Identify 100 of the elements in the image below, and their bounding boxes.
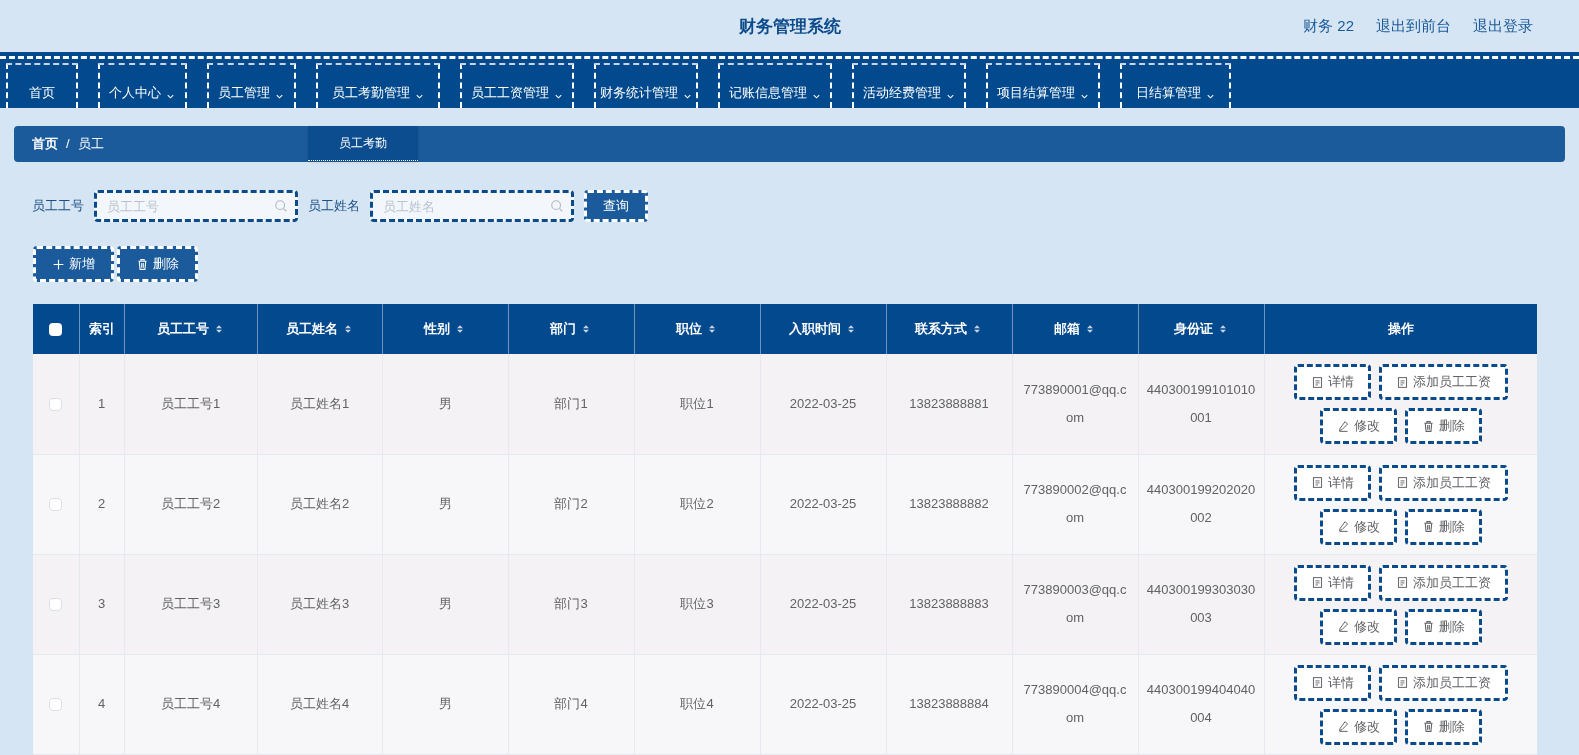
nav-tab[interactable]: 活动经费管理 <box>852 63 966 108</box>
column-header[interactable]: 性别 <box>382 319 508 339</box>
trash-icon <box>1421 720 1435 733</box>
column-header[interactable]: 员工姓名 <box>257 319 382 339</box>
table-cell: 2022-03-25 <box>789 496 857 511</box>
document-icon <box>1310 476 1324 489</box>
edit-button[interactable]: 修改 <box>1319 608 1397 645</box>
column-header[interactable]: 联系方式 <box>886 319 1012 339</box>
table-cell: 员工工号2 <box>160 496 221 511</box>
column-header: 操作 <box>1386 320 1415 339</box>
row-checkbox[interactable] <box>49 698 63 712</box>
table-cell: 员工姓名3 <box>289 596 350 611</box>
table-cell: 员工姓名2 <box>289 496 350 511</box>
column-header[interactable]: 邮箱 <box>1012 319 1138 339</box>
breadcrumb-link[interactable]: 员工 <box>77 134 104 154</box>
add-button[interactable]: 新增 <box>33 246 114 282</box>
table-cell: 部门4 <box>554 696 588 711</box>
pencil-icon <box>1336 419 1350 433</box>
search-icon <box>274 199 288 213</box>
detail-button[interactable]: 详情 <box>1293 364 1371 400</box>
table-cell: 职位1 <box>680 395 714 411</box>
user-name: 财务 22 <box>1303 15 1354 36</box>
column-header[interactable]: 部门 <box>508 319 634 339</box>
search-icon <box>550 199 564 213</box>
table-cell: 部门3 <box>554 596 588 611</box>
row-checkbox[interactable] <box>49 398 63 411</box>
breadcrumb-link[interactable]: 首页 <box>32 134 58 154</box>
table-cell: 440300199202020002 <box>1146 482 1256 525</box>
plus-icon <box>52 257 65 271</box>
nav-tab[interactable]: 个人中心 <box>98 63 187 108</box>
delete-button[interactable]: 删除 <box>1404 408 1482 444</box>
table-cell: 2022-03-25 <box>789 395 857 411</box>
nav-tab[interactable]: 项目结算管理 <box>986 63 1100 108</box>
detail-button[interactable]: 详情 <box>1293 464 1371 501</box>
table-cell: 440300199404040004 <box>1146 682 1256 725</box>
document-icon <box>1310 576 1324 589</box>
detail-button[interactable]: 详情 <box>1293 664 1371 701</box>
detail-button[interactable]: 详情 <box>1293 564 1371 601</box>
pencil-icon <box>1336 720 1350 733</box>
document-icon <box>1395 375 1409 389</box>
table-cell: 职位2 <box>680 496 714 511</box>
delete-button[interactable]: 删除 <box>117 246 198 282</box>
query-button[interactable]: 查询 <box>584 190 648 222</box>
table-cell: 773890002@qq.com <box>1023 482 1127 525</box>
trash-icon <box>136 257 149 271</box>
column-header[interactable]: 职位 <box>634 319 760 339</box>
table-cell: 2022-03-25 <box>789 596 857 611</box>
table-cell: 440300199303030003 <box>1146 582 1256 625</box>
edit-button[interactable]: 修改 <box>1319 708 1397 745</box>
nav-tab[interactable]: 日结算管理 <box>1120 63 1231 108</box>
field-label: 员工工号 <box>32 197 84 216</box>
nav-tab[interactable]: 员工管理 <box>207 63 296 108</box>
header-link[interactable]: 退出到前台 <box>1376 14 1451 38</box>
app-title: 财务管理系统 <box>738 16 841 38</box>
column-header[interactable]: 身份证 <box>1138 319 1264 339</box>
delete-button[interactable]: 删除 <box>1404 708 1482 745</box>
table-cell: 440300199101010001 <box>1146 381 1256 425</box>
table-cell: 1 <box>97 395 106 411</box>
detail-button[interactable]: 添加员工工资 <box>1378 464 1508 501</box>
edit-button[interactable]: 修改 <box>1319 408 1397 444</box>
select-all-checkbox[interactable] <box>49 323 63 337</box>
table-cell: 员工工号4 <box>160 696 221 711</box>
row-checkbox[interactable] <box>49 598 63 612</box>
table-cell: 男 <box>438 496 452 511</box>
table-cell: 13823888884 <box>909 696 989 711</box>
column-header[interactable]: 入职时间 <box>760 319 886 339</box>
column-header[interactable]: 员工工号 <box>124 319 257 339</box>
pencil-icon <box>1336 620 1350 633</box>
document-icon <box>1395 676 1409 689</box>
document-icon <box>1395 476 1409 489</box>
detail-button[interactable]: 添加员工工资 <box>1378 364 1508 400</box>
table-cell: 员工工号1 <box>160 395 221 411</box>
edit-button[interactable]: 修改 <box>1319 508 1397 545</box>
table-cell: 13823888881 <box>909 395 989 411</box>
document-icon <box>1310 375 1324 389</box>
nav-tab[interactable]: 员工考勤管理 <box>316 63 440 108</box>
breadcrumb-separator: / <box>66 135 70 154</box>
trash-icon <box>1421 620 1435 633</box>
table-cell: 13823888882 <box>909 496 989 511</box>
header-link[interactable]: 退出登录 <box>1473 14 1533 38</box>
delete-button[interactable]: 删除 <box>1404 508 1482 545</box>
document-icon <box>1310 676 1324 689</box>
table-cell: 部门2 <box>554 496 588 511</box>
column-header: 索引 <box>87 320 116 339</box>
row-checkbox[interactable] <box>49 498 63 512</box>
nav-tab[interactable]: 首页 <box>6 63 78 108</box>
detail-button[interactable]: 添加员工工资 <box>1378 564 1508 601</box>
nav-tab[interactable]: 记账信息管理 <box>718 63 832 108</box>
pencil-icon <box>1336 520 1350 533</box>
table-cell: 3 <box>97 596 106 611</box>
table-cell: 4 <box>97 696 106 711</box>
nav-tab[interactable]: 财务统计管理 <box>594 63 698 108</box>
table-cell: 773890004@qq.com <box>1023 682 1127 725</box>
table-cell: 职位4 <box>680 696 714 711</box>
dropdown-item[interactable]: 员工考勤 <box>308 126 418 161</box>
detail-button[interactable]: 添加员工工资 <box>1378 664 1508 701</box>
nav-tab[interactable]: 员工工资管理 <box>460 63 574 108</box>
table-cell: 773890003@qq.com <box>1023 582 1127 625</box>
delete-button[interactable]: 删除 <box>1404 608 1482 645</box>
table-cell: 13823888883 <box>909 596 989 611</box>
